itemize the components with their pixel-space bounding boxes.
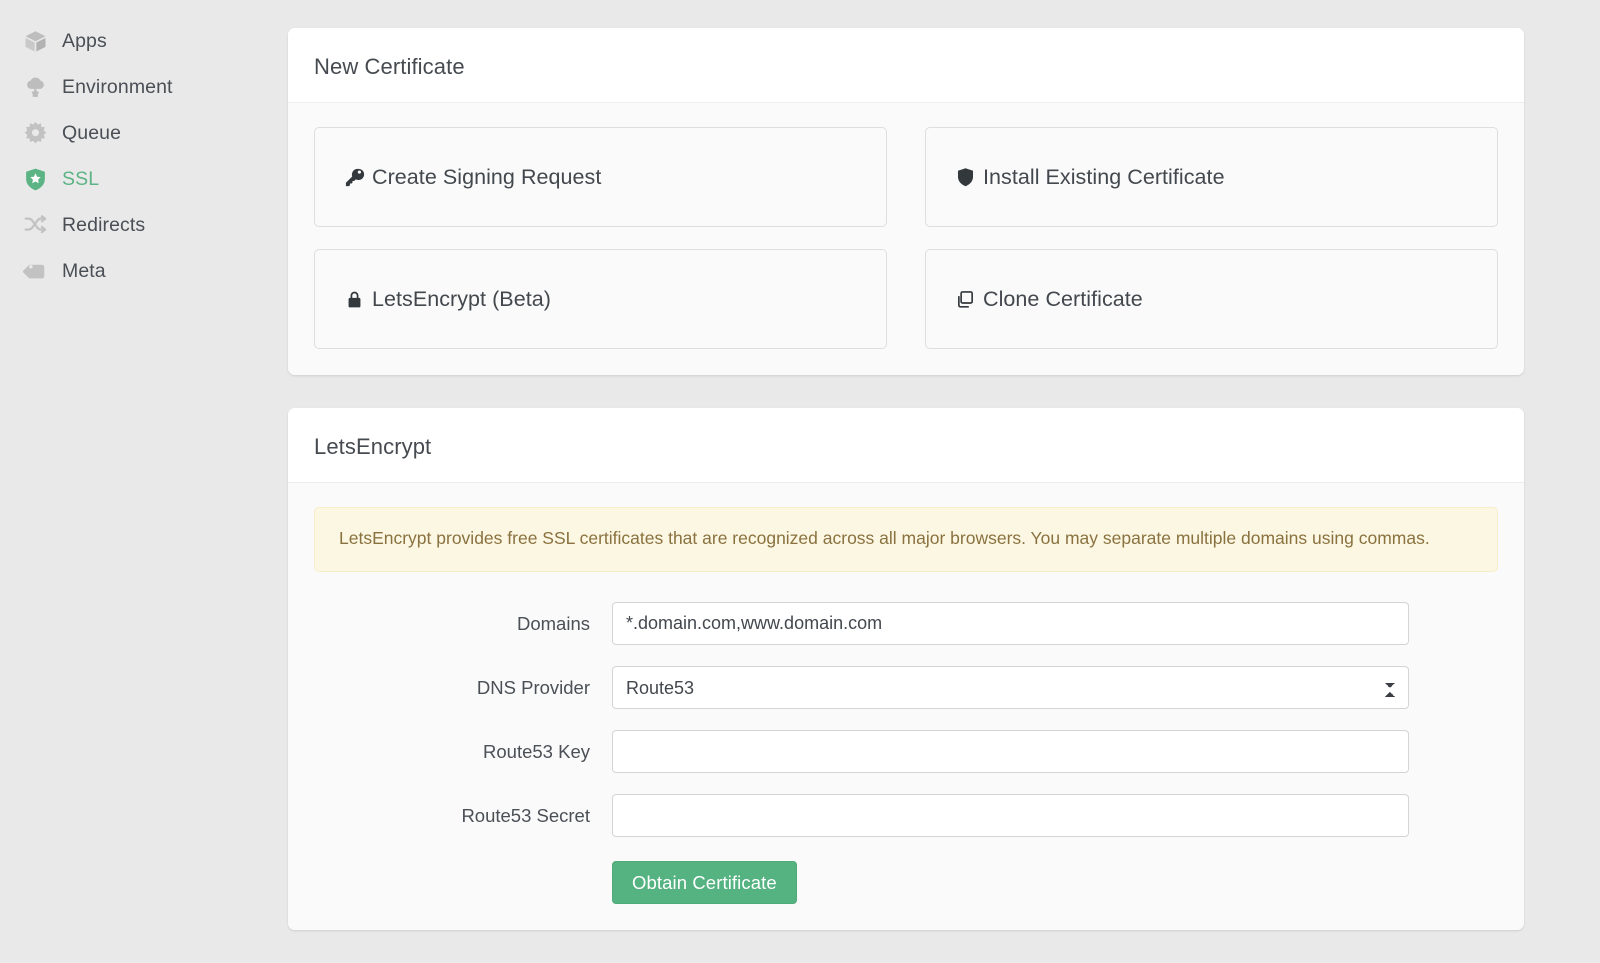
tag-icon bbox=[22, 258, 48, 284]
shuffle-icon bbox=[22, 212, 48, 238]
form-row-route53-key: Route53 Key bbox=[314, 730, 1498, 773]
sidebar-item-label: Environment bbox=[62, 76, 173, 99]
letsencrypt-info-alert: LetsEncrypt provides free SSL certificat… bbox=[314, 507, 1498, 572]
new-certificate-panel: New Certificate Create Signing Request bbox=[288, 28, 1524, 375]
lock-icon bbox=[343, 288, 365, 310]
sidebar-item-label: Meta bbox=[62, 260, 106, 283]
install-existing-certificate-button[interactable]: Install Existing Certificate bbox=[925, 127, 1498, 227]
form-row-route53-secret: Route53 Secret bbox=[314, 794, 1498, 837]
tree-icon bbox=[22, 74, 48, 100]
option-label: Install Existing Certificate bbox=[983, 165, 1225, 190]
form-row-domains: Domains bbox=[314, 602, 1498, 645]
app-root: Apps Environment Queue bbox=[0, 0, 1600, 963]
letsencrypt-body: LetsEncrypt provides free SSL certificat… bbox=[288, 482, 1524, 930]
shield-icon bbox=[954, 166, 976, 188]
form-actions-spacer bbox=[314, 861, 612, 904]
option-label: LetsEncrypt (Beta) bbox=[372, 287, 551, 312]
gear-icon bbox=[22, 120, 48, 146]
dns-provider-select[interactable]: Route53 bbox=[612, 666, 1409, 709]
sidebar-item-ssl[interactable]: SSL bbox=[0, 156, 288, 202]
option-label: Create Signing Request bbox=[372, 165, 601, 190]
form-actions: Obtain Certificate bbox=[314, 861, 1498, 904]
new-certificate-body: Create Signing Request Install Existing … bbox=[288, 102, 1524, 375]
form-row-dns-provider: DNS Provider Route53 bbox=[314, 666, 1498, 709]
route53-secret-label: Route53 Secret bbox=[314, 805, 612, 827]
domains-label: Domains bbox=[314, 613, 612, 635]
shield-star-icon bbox=[22, 166, 48, 192]
letsencrypt-beta-button[interactable]: LetsEncrypt (Beta) bbox=[314, 249, 887, 349]
cube-icon bbox=[22, 28, 48, 54]
sidebar-item-apps[interactable]: Apps bbox=[0, 18, 288, 64]
sidebar-item-meta[interactable]: Meta bbox=[0, 248, 288, 294]
sidebar-item-label: Redirects bbox=[62, 214, 145, 237]
new-certificate-header: New Certificate bbox=[288, 28, 1524, 102]
letsencrypt-panel: LetsEncrypt LetsEncrypt provides free SS… bbox=[288, 408, 1524, 930]
clone-certificate-button[interactable]: Clone Certificate bbox=[925, 249, 1498, 349]
sidebar-item-queue[interactable]: Queue bbox=[0, 110, 288, 156]
copy-icon bbox=[954, 288, 976, 310]
sidebar-item-redirects[interactable]: Redirects bbox=[0, 202, 288, 248]
letsencrypt-title: LetsEncrypt bbox=[314, 434, 1498, 460]
route53-key-input[interactable] bbox=[612, 730, 1409, 773]
domains-input[interactable] bbox=[612, 602, 1409, 645]
sidebar-item-label: SSL bbox=[62, 168, 99, 191]
letsencrypt-form: Domains DNS Provider Route53 Route53 Key bbox=[314, 602, 1498, 904]
main-content: New Certificate Create Signing Request bbox=[288, 0, 1600, 963]
certificate-options-grid: Create Signing Request Install Existing … bbox=[314, 127, 1498, 349]
key-icon bbox=[343, 166, 365, 188]
sidebar-item-label: Queue bbox=[62, 122, 121, 145]
route53-key-label: Route53 Key bbox=[314, 741, 612, 763]
create-signing-request-button[interactable]: Create Signing Request bbox=[314, 127, 887, 227]
route53-secret-input[interactable] bbox=[612, 794, 1409, 837]
page-title: New Certificate bbox=[314, 54, 1498, 80]
letsencrypt-header: LetsEncrypt bbox=[288, 408, 1524, 482]
option-label: Clone Certificate bbox=[983, 287, 1143, 312]
obtain-certificate-button[interactable]: Obtain Certificate bbox=[612, 861, 797, 904]
sidebar-item-label: Apps bbox=[62, 30, 107, 53]
dns-provider-label: DNS Provider bbox=[314, 677, 612, 699]
sidebar-item-environment[interactable]: Environment bbox=[0, 64, 288, 110]
sidebar: Apps Environment Queue bbox=[0, 0, 288, 963]
